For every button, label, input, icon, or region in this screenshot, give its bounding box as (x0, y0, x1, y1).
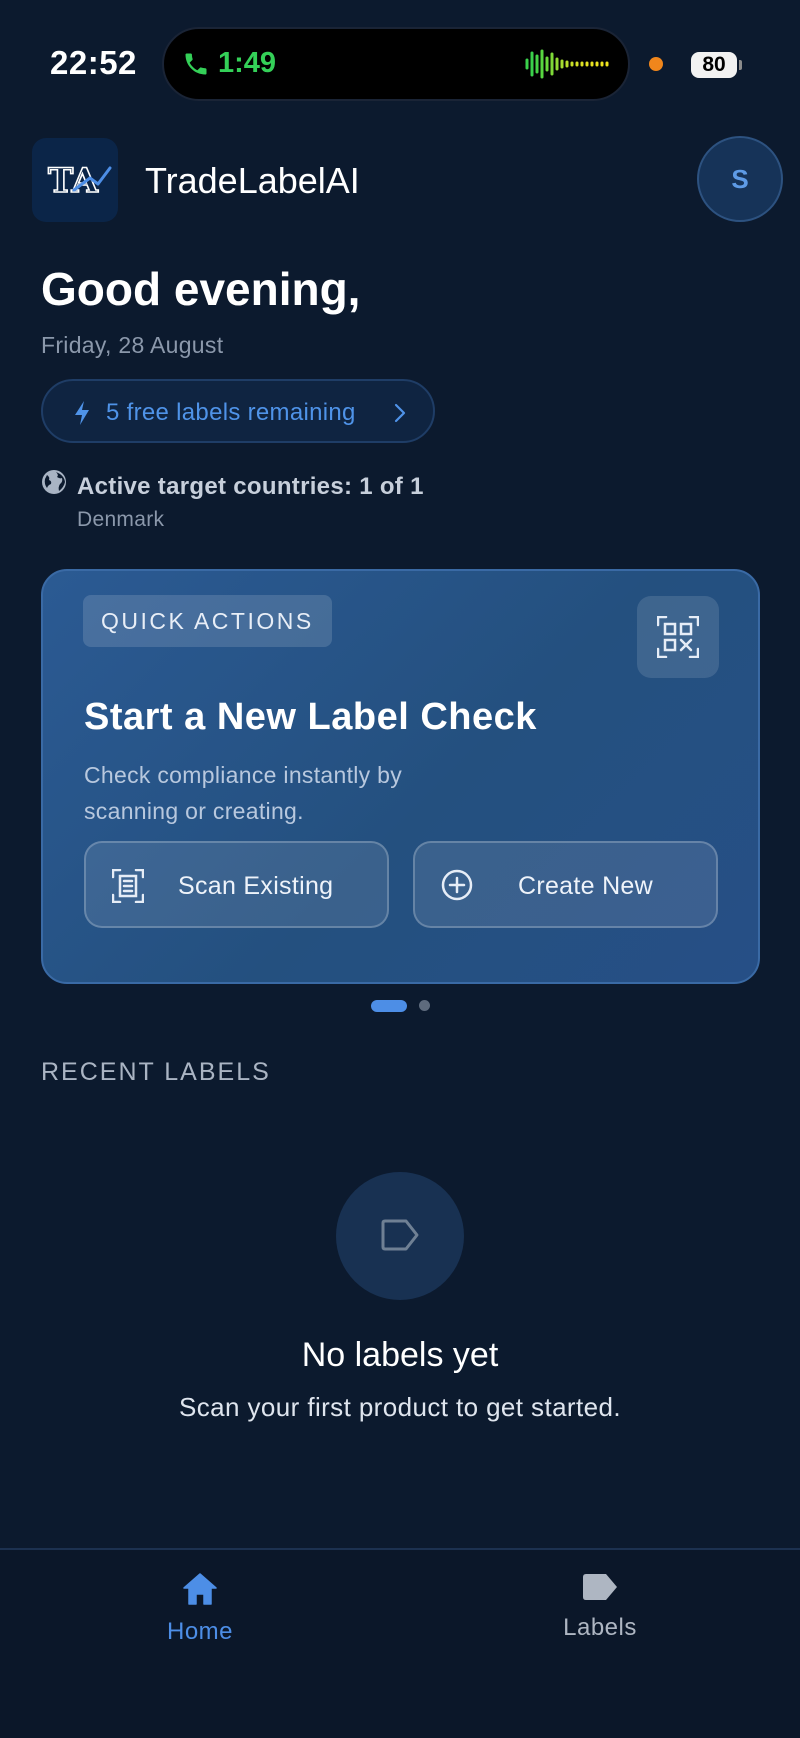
empty-state-title: No labels yet (301, 1336, 499, 1374)
scan-frame-icon (112, 869, 144, 903)
bottom-nav: Home Labels (0, 1548, 800, 1738)
qr-code-icon (657, 616, 699, 658)
create-new-button[interactable]: Create New (413, 841, 718, 928)
chevron-right-icon (394, 403, 406, 423)
app-title: TradeLabelAI (145, 160, 360, 201)
nav-item-labels[interactable]: Labels (500, 1572, 700, 1642)
active-countries-text: Active target countries: 1 of 1 (77, 473, 424, 500)
quick-actions-badge: QUICK ACTIONS (83, 595, 332, 647)
nav-label-home: Home (166, 1618, 234, 1645)
plus-circle-icon (441, 869, 473, 901)
scan-existing-button[interactable]: Scan Existing (84, 841, 389, 928)
profile-avatar[interactable]: S (697, 136, 783, 222)
home-screen: 22:52 1:49 80 TA TradeLabelAI S Good eve… (0, 0, 800, 1738)
nav-item-home[interactable]: Home (100, 1572, 300, 1646)
quick-actions-card: QUICK ACTIONS Start a New Label Check Ch… (41, 569, 760, 984)
recent-labels-heading: RECENT LABELS (41, 1058, 271, 1086)
carousel-dot[interactable] (419, 1000, 430, 1011)
home-icon (183, 1573, 217, 1605)
status-time: 22:52 (50, 44, 137, 81)
greeting-title: Good evening, (41, 263, 361, 315)
phone-icon (185, 53, 207, 75)
logo-mark-icon: TA (47, 160, 112, 202)
battery-indicator: 80 (691, 52, 737, 78)
globe-icon (42, 470, 66, 494)
lightning-icon (75, 401, 89, 425)
current-date: Friday, 28 August (41, 332, 224, 358)
audio-waveform-icon (525, 49, 609, 79)
create-new-label: Create New (518, 872, 653, 900)
tag-icon (583, 1574, 617, 1600)
scan-existing-label: Scan Existing (178, 872, 334, 900)
carousel-dot-active[interactable] (371, 1000, 407, 1012)
free-labels-text: 5 free labels remaining (106, 399, 356, 426)
dynamic-island[interactable]: 1:49 (162, 27, 630, 101)
country-name: Denmark (77, 508, 165, 531)
call-timer: 1:49 (218, 47, 277, 79)
battery-tip (739, 60, 742, 70)
app-logo: TA (32, 138, 118, 222)
free-labels-pill[interactable]: 5 free labels remaining (41, 379, 435, 443)
recording-indicator (649, 57, 663, 71)
card-title: Start a New Label Check (84, 696, 537, 738)
empty-state-badge (336, 1172, 464, 1300)
logo-text: TA (48, 161, 98, 201)
tag-icon (381, 1219, 419, 1251)
card-subtitle: Check compliance instantly by scanning o… (84, 762, 403, 824)
nav-label-labels: Labels (563, 1614, 637, 1641)
empty-state-subtitle: Scan your first product to get started. (179, 1392, 621, 1422)
qr-scan-button[interactable] (637, 596, 719, 678)
